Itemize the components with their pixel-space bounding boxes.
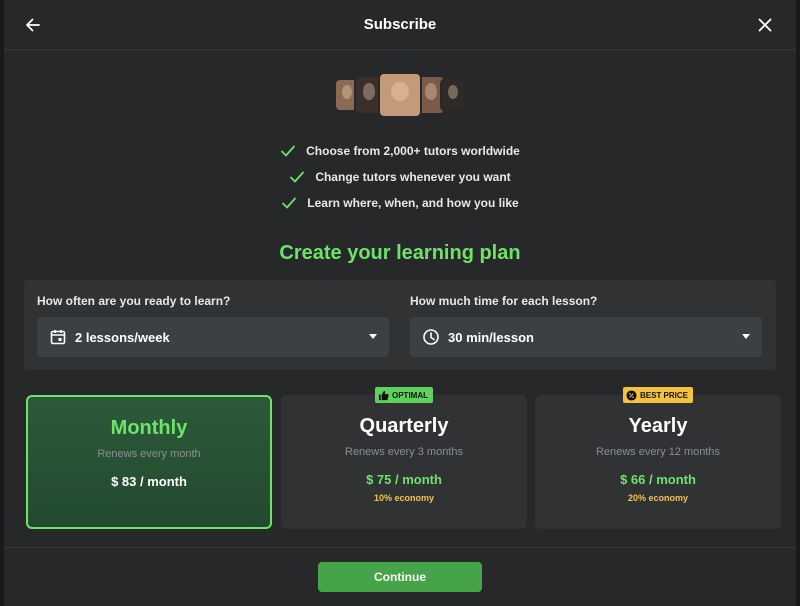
lesson-options: How often are you ready to learn? 2 less… bbox=[24, 280, 776, 370]
frequency-value: 2 lessons/week bbox=[75, 329, 170, 345]
check-icon bbox=[281, 145, 296, 157]
modal-footer: Continue bbox=[4, 547, 796, 606]
plan-economy: 10% economy bbox=[373, 493, 435, 503]
plan-renewal: Renews every 3 months bbox=[345, 446, 463, 458]
best-price-badge: BEST PRICE bbox=[622, 387, 694, 403]
plan-price: $ 66 / month bbox=[620, 472, 696, 487]
plan-cards: Monthly Renews every month $ 83 / month … bbox=[26, 387, 782, 529]
feature-item: Choose from 2,000+ tutors worldwide bbox=[4, 138, 796, 164]
plan-heading: Create your learning plan bbox=[279, 242, 521, 264]
plan-name: Monthly bbox=[110, 417, 188, 439]
plan-price: $ 83 / month bbox=[111, 474, 187, 489]
plan-name: Quarterly bbox=[359, 415, 449, 437]
plan-card-quarterly[interactable]: OPTIMAL Quarterly Renews every 3 months … bbox=[281, 387, 527, 529]
plan-card-yearly[interactable]: BEST PRICE Yearly Renews every 12 months… bbox=[535, 387, 781, 529]
frequency-group: How often are you ready to learn? 2 less… bbox=[37, 294, 389, 357]
modal-header: Subscribe bbox=[4, 0, 796, 50]
clock-icon bbox=[423, 329, 439, 345]
discount-icon bbox=[626, 389, 637, 401]
close-icon bbox=[758, 18, 772, 32]
duration-value: 30 min/lesson bbox=[448, 329, 534, 345]
plan-renewal: Renews every 12 months bbox=[595, 446, 721, 458]
frequency-select[interactable]: 2 lessons/week bbox=[37, 317, 389, 357]
badge-label: BEST PRICE bbox=[639, 390, 689, 400]
frequency-label: How often are you ready to learn? bbox=[37, 294, 231, 308]
feature-text: Choose from 2,000+ tutors worldwide bbox=[306, 144, 520, 158]
check-icon bbox=[290, 171, 305, 183]
plan-name: Yearly bbox=[628, 415, 688, 437]
plan-price: $ 75 / month bbox=[366, 472, 442, 487]
chevron-down-icon bbox=[369, 334, 377, 339]
check-icon bbox=[282, 197, 297, 209]
duration-label: How much time for each lesson? bbox=[410, 294, 598, 308]
chevron-down-icon bbox=[742, 334, 750, 339]
feature-text: Change tutors whenever you want bbox=[315, 170, 511, 184]
continue-button[interactable]: Continue bbox=[318, 562, 482, 592]
feature-text: Learn where, when, and how you like bbox=[307, 196, 519, 210]
subscribe-modal: Subscribe Choose from 2,000+ tutors worl… bbox=[4, 0, 796, 606]
avatar bbox=[378, 72, 422, 118]
tutor-avatars bbox=[4, 72, 796, 118]
close-button[interactable] bbox=[754, 14, 776, 36]
plan-card-monthly[interactable]: Monthly Renews every month $ 83 / month bbox=[26, 395, 272, 529]
plan-economy: 20% economy bbox=[627, 493, 689, 503]
duration-select[interactable]: 30 min/lesson bbox=[410, 317, 762, 357]
feature-item: Change tutors whenever you want bbox=[4, 164, 796, 190]
page-title: Subscribe bbox=[363, 16, 437, 33]
avatar bbox=[440, 78, 466, 112]
feature-list: Choose from 2,000+ tutors worldwide Chan… bbox=[4, 138, 796, 216]
duration-group: How much time for each lesson? 30 min/le… bbox=[410, 294, 762, 357]
optimal-badge: OPTIMAL bbox=[375, 387, 433, 403]
feature-item: Learn where, when, and how you like bbox=[4, 190, 796, 216]
badge-label: OPTIMAL bbox=[392, 390, 428, 400]
plan-renewal: Renews every month bbox=[97, 448, 201, 460]
thumbs-up-icon bbox=[378, 390, 389, 400]
calendar-icon bbox=[50, 330, 66, 345]
